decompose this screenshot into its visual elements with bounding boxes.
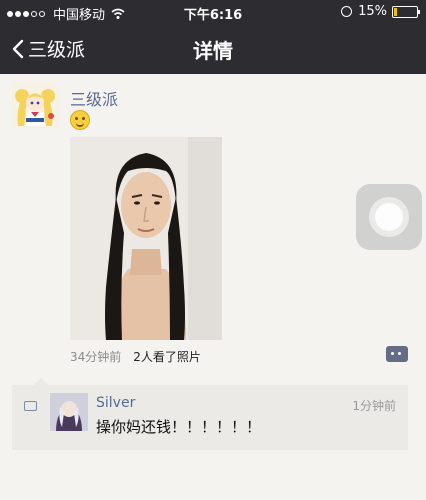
- post-meta: 34分钟前 2人看了照片: [70, 348, 201, 365]
- comment-bubble-icon: [24, 401, 37, 411]
- smiling-face-icon: [70, 110, 90, 130]
- viewers-count[interactable]: 2人看了照片: [133, 348, 201, 365]
- author-name[interactable]: 三级派: [70, 86, 118, 110]
- status-bar: 中国移动 下午6:16 15%: [0, 0, 426, 24]
- commenter-name[interactable]: Silver: [96, 395, 135, 411]
- portrait-photo: [70, 137, 222, 340]
- commenter-avatar[interactable]: [50, 393, 88, 431]
- rotation-lock-icon: [341, 6, 353, 17]
- comment-text: 操你妈还钱！！！！！！: [96, 418, 262, 436]
- battery-percent: 15%: [358, 4, 387, 19]
- page-title: 详情: [193, 39, 233, 63]
- cartoon-girl-avatar-icon: [12, 82, 58, 128]
- navigation-bar: 三级派 详情: [0, 24, 426, 74]
- more-dots-icon[interactable]: [386, 346, 408, 362]
- comments-section: Silver 1分钟前 操你妈还钱！！！！！！: [12, 378, 408, 450]
- battery-level: [394, 7, 397, 16]
- battery-icon: [392, 5, 420, 18]
- comment-time: 1分钟前: [352, 399, 396, 413]
- battery-area: 15%: [341, 4, 420, 19]
- anime-character-avatar-icon: [50, 393, 88, 431]
- assistive-touch-icon[interactable]: [356, 184, 422, 250]
- author-avatar[interactable]: [12, 82, 58, 128]
- post-time: 34分钟前: [70, 350, 122, 364]
- post-photo[interactable]: [70, 137, 222, 340]
